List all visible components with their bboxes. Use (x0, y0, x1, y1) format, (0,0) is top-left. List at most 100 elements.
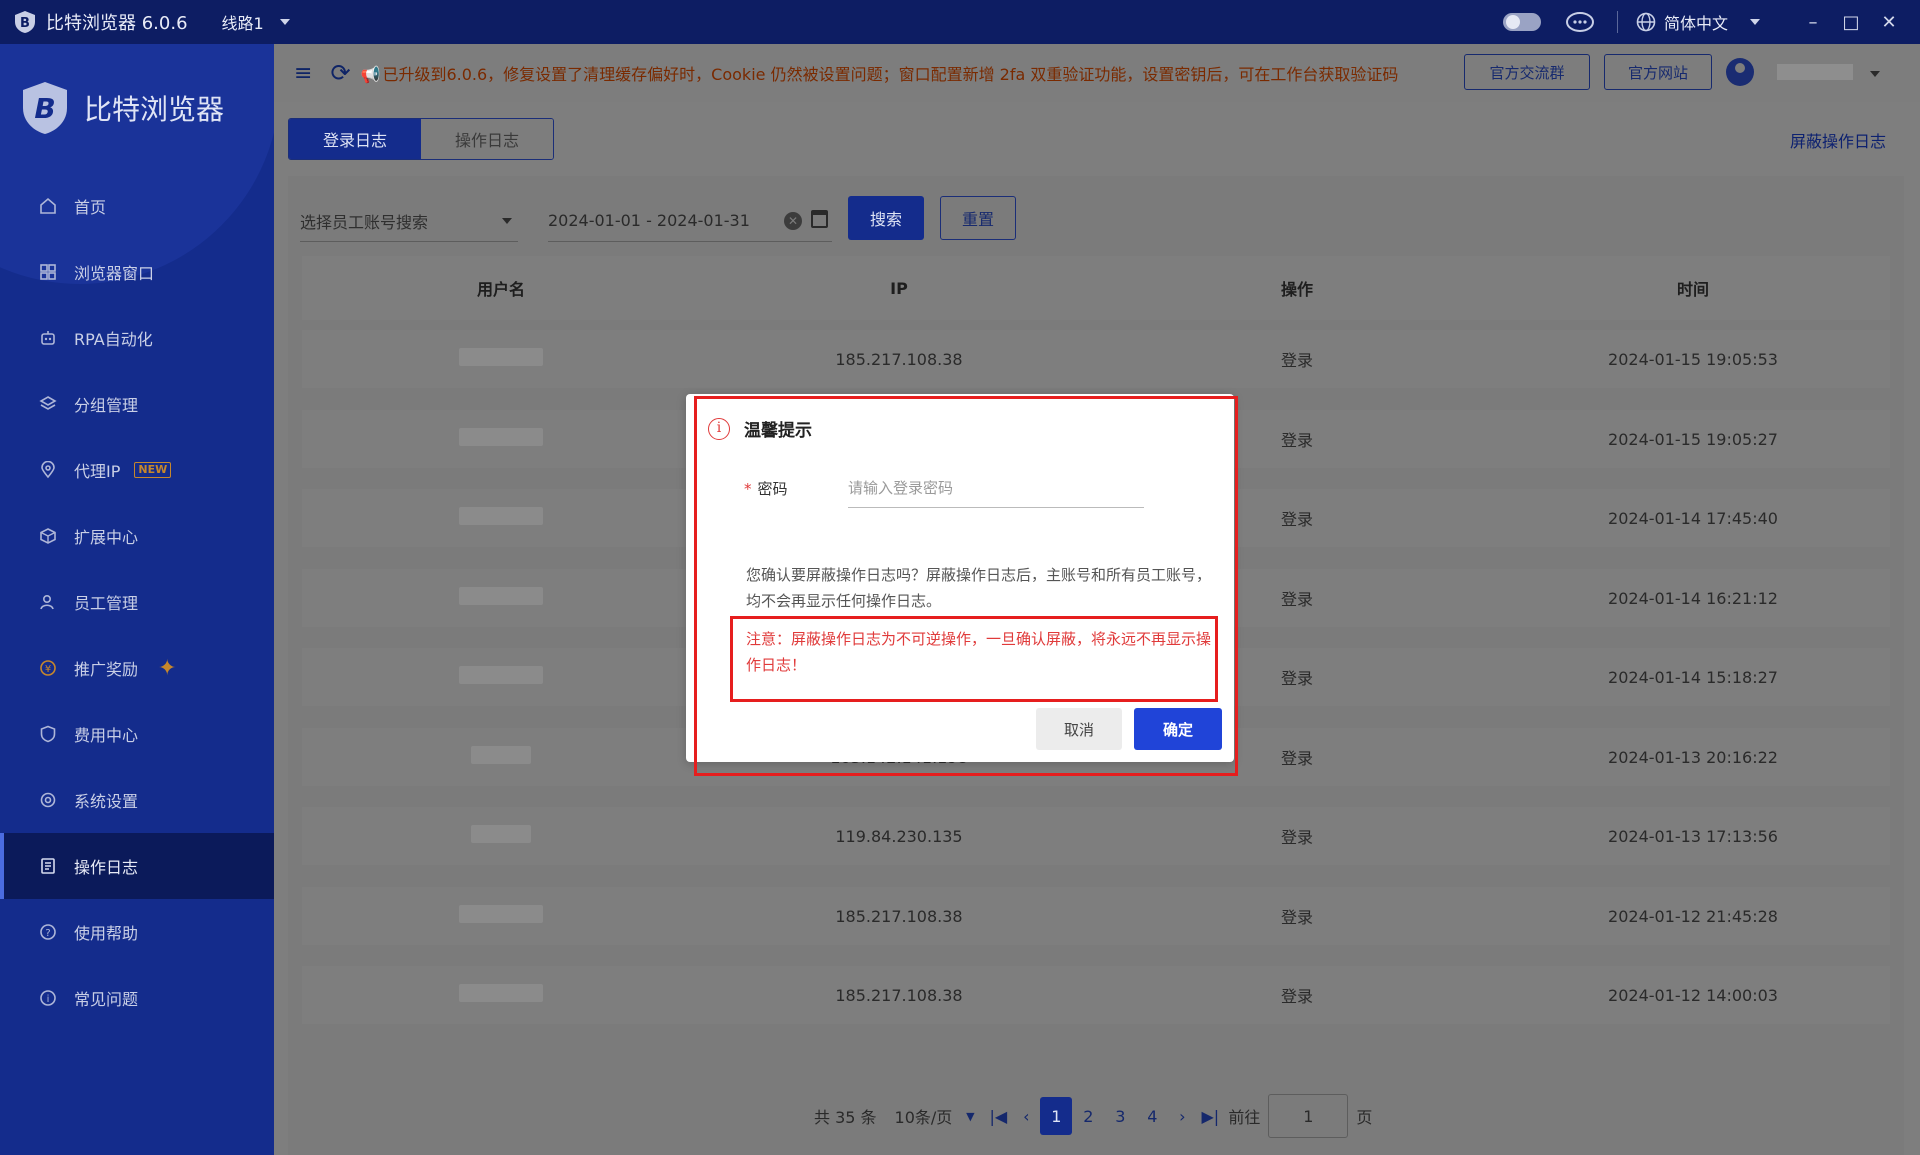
menu-collapse-icon[interactable]: ≡ (294, 61, 312, 86)
sidebar-item-proxy-ip[interactable]: 代理IP NEW (0, 437, 274, 503)
official-site-button[interactable]: 官方网站 (1604, 54, 1712, 90)
time-cell: 2024-01-14 15:18:27 (1608, 667, 1778, 687)
avatar[interactable] (1726, 58, 1754, 86)
sidebar-item-faq[interactable]: i 常见问题 (0, 965, 274, 1031)
brand: B 比特浏览器 (20, 80, 224, 136)
ip-cell: 185.217.108.38 (835, 906, 963, 926)
svg-text:B: B (34, 92, 55, 125)
action-cell: 登录 (1280, 987, 1313, 1006)
reset-button[interactable]: 重置 (940, 196, 1016, 240)
time-cell: 2024-01-14 17:45:40 (1608, 508, 1778, 528)
column-header-username: 用户名 (476, 280, 525, 299)
sidebar-item-label: 扩展中心 (74, 528, 139, 547)
location-icon (38, 460, 58, 480)
maximize-icon[interactable]: □ (1834, 12, 1868, 33)
last-page-icon[interactable]: ▶| (1196, 1107, 1224, 1126)
first-page-icon[interactable]: |◀ (984, 1107, 1012, 1126)
users-icon (38, 592, 58, 612)
app-title: 比特浏览器 6.0.6 (46, 13, 188, 34)
sparkle-icon: ✦ (158, 655, 177, 681)
log-tabs: 登录日志 操作日志 (288, 118, 554, 160)
sidebar-item-home[interactable]: 首页 (0, 173, 274, 239)
sidebar-item-browser-window[interactable]: 浏览器窗口 (0, 239, 274, 305)
sidebar-item-label: 推广奖励 (74, 660, 139, 679)
divider (1616, 11, 1618, 33)
hide-operation-log-link[interactable]: 屏蔽操作日志 (1790, 128, 1886, 152)
page-1[interactable]: 1 (1040, 1097, 1073, 1135)
redacted-username (459, 666, 543, 684)
page-size-select[interactable]: 10条/页 (895, 1104, 953, 1128)
table-row: 185.217.108.38 登录 2024-01-12 21:45:28 (302, 887, 1890, 945)
close-icon[interactable]: ✕ (1872, 12, 1906, 33)
sidebar-item-group[interactable]: 分组管理 (0, 371, 274, 437)
shield-yen-icon (38, 724, 58, 744)
time-cell: 2024-01-15 19:05:53 (1608, 349, 1778, 369)
time-cell: 2024-01-12 14:00:03 (1608, 985, 1778, 1005)
username-cell (302, 984, 700, 1006)
brand-logo-icon: B (23, 82, 67, 134)
home-icon (38, 196, 58, 216)
svg-text:i: i (47, 994, 50, 1005)
page-3[interactable]: 3 (1104, 1097, 1136, 1135)
grid-icon (38, 262, 58, 282)
chevron-down-icon[interactable] (1750, 19, 1760, 25)
table-header: 用户名 IP 操作 时间 (302, 256, 1890, 320)
svg-text:?: ? (45, 928, 50, 939)
refresh-icon[interactable]: ⟳ (330, 59, 350, 87)
column-header-action: 操作 (1280, 280, 1313, 299)
cube-icon (38, 526, 58, 546)
theme-toggle[interactable] (1502, 13, 1541, 31)
robot-icon (38, 328, 58, 348)
column-header-time: 时间 (1676, 280, 1709, 299)
globe-icon[interactable] (1636, 12, 1656, 32)
language-selector[interactable]: 简体中文 (1664, 10, 1728, 34)
goto-page-input[interactable]: 1 (1268, 1094, 1349, 1138)
time-cell: 2024-01-13 17:13:56 (1608, 826, 1778, 846)
dialog-highlight-frame (694, 396, 1238, 776)
sidebar-item-staff[interactable]: 员工管理 (0, 569, 274, 635)
ip-cell: 185.217.108.38 (835, 349, 963, 369)
sidebar-item-rewards[interactable]: ¥ 推广奖励 ✦ (0, 635, 274, 701)
sidebar-item-rpa[interactable]: RPA自动化 (0, 305, 274, 371)
sidebar-item-label: RPA自动化 (74, 330, 153, 349)
username-cell (302, 348, 700, 370)
sidebar-item-label: 常见问题 (74, 990, 139, 1009)
minimize-icon[interactable]: – (1796, 12, 1830, 33)
sidebar-item-help[interactable]: ? 使用帮助 (0, 899, 274, 965)
username-cell (302, 905, 700, 927)
brand-name: 比特浏览器 (84, 93, 225, 126)
tab-operation-log[interactable]: 操作日志 (421, 119, 553, 159)
chat-icon[interactable] (1565, 11, 1595, 33)
action-cell: 登录 (1280, 351, 1313, 370)
sidebar-nav: 首页 浏览器窗口 RPA自动化 分组管理 代理IP NEW 扩展中心 员工管理 (0, 173, 274, 1031)
official-group-button[interactable]: 官方交流群 (1464, 54, 1590, 90)
sidebar-item-billing[interactable]: 费用中心 (0, 701, 274, 767)
search-button[interactable]: 搜索 (848, 196, 924, 240)
goto-label: 前往 (1228, 1108, 1261, 1127)
employee-select[interactable]: 选择员工账号搜索 (300, 200, 518, 242)
sidebar-item-operation-log[interactable]: 操作日志 (0, 833, 274, 899)
page-2[interactable]: 2 (1072, 1097, 1104, 1135)
chevron-down-icon[interactable]: ▼ (956, 1110, 984, 1123)
sidebar-item-label: 使用帮助 (74, 924, 139, 943)
svg-text:B: B (20, 16, 30, 31)
chevron-down-icon[interactable] (1870, 71, 1880, 77)
date-range-picker[interactable]: 2024-01-01 - 2024-01-31 ✕ (548, 200, 832, 242)
time-cell: 2024-01-12 21:45:28 (1608, 906, 1778, 926)
sidebar-item-extensions[interactable]: 扩展中心 (0, 503, 274, 569)
sidebar-item-label: 首页 (74, 198, 107, 217)
app-logo-icon: B (15, 11, 35, 33)
calendar-icon[interactable] (811, 210, 828, 228)
next-page-icon[interactable]: › (1168, 1107, 1196, 1126)
ip-cell: 185.217.108.38 (835, 985, 963, 1005)
page-4[interactable]: 4 (1136, 1097, 1168, 1135)
chevron-down-icon[interactable] (279, 19, 290, 25)
clear-icon[interactable]: ✕ (784, 212, 802, 230)
prev-page-icon[interactable]: ‹ (1012, 1107, 1040, 1126)
line-selector[interactable]: 线路1 (222, 10, 264, 34)
pagination: 共 35 条 10条/页 ▼ |◀ ‹ 1 2 3 4 › ▶| 前往 1 页 (288, 1094, 1904, 1138)
total-count: 共 35 条 (814, 1108, 877, 1127)
table-row: 185.217.108.38 登录 2024-01-12 14:00:03 (302, 966, 1890, 1024)
tab-login-log[interactable]: 登录日志 (289, 119, 421, 159)
sidebar-item-settings[interactable]: 系统设置 (0, 767, 274, 833)
